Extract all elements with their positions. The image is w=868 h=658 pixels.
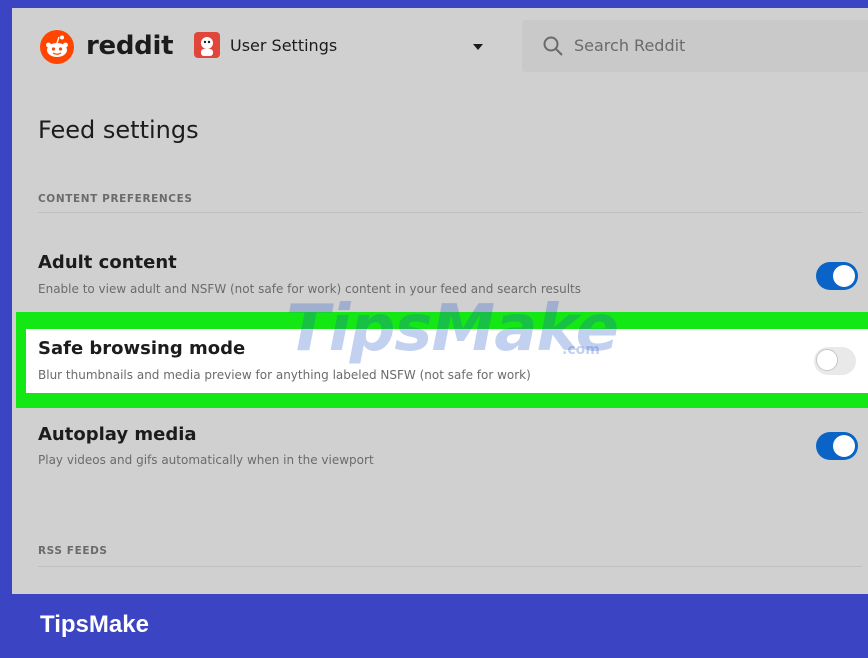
bottom-banner: TipsMake (0, 594, 868, 658)
section-label-rss-feeds: RSS FEEDS (38, 545, 108, 557)
settings-lower-area: Autoplay media Play videos and gifs auto… (12, 408, 868, 594)
search-bar[interactable]: Search Reddit (522, 20, 868, 72)
safe-browsing-toggle[interactable] (814, 347, 856, 375)
section-label-content-preferences: CONTENT PREFERENCES (38, 193, 193, 205)
reddit-alien-icon[interactable] (40, 30, 74, 64)
adult-content-toggle[interactable] (816, 262, 858, 290)
section-divider (38, 212, 862, 213)
setting-description-safe-browsing: Blur thumbnails and media preview for an… (38, 368, 531, 382)
toggle-knob (833, 435, 855, 457)
toggle-knob (833, 265, 855, 287)
setting-title-autoplay-media: Autoplay media (38, 424, 197, 445)
toggle-knob (816, 349, 838, 371)
section-divider (38, 566, 862, 567)
autoplay-media-toggle[interactable] (816, 432, 858, 460)
community-selector-label[interactable]: User Settings (230, 36, 337, 56)
setting-description-autoplay-media: Play videos and gifs automatically when … (38, 453, 374, 467)
search-icon (543, 36, 563, 56)
setting-title-safe-browsing: Safe browsing mode (38, 338, 246, 359)
search-input[interactable]: Search Reddit (574, 36, 685, 56)
reddit-wordmark[interactable]: reddit (86, 30, 174, 62)
page-title: Feed settings (38, 116, 199, 144)
watermark-suffix: .com (562, 342, 600, 358)
caret-down-icon[interactable] (470, 38, 486, 54)
setting-title-adult-content: Adult content (38, 252, 177, 273)
top-bar: reddit User Settings Search Reddit (12, 8, 868, 84)
banner-brand-text: TipsMake (40, 611, 149, 638)
user-avatar-icon (194, 32, 220, 58)
